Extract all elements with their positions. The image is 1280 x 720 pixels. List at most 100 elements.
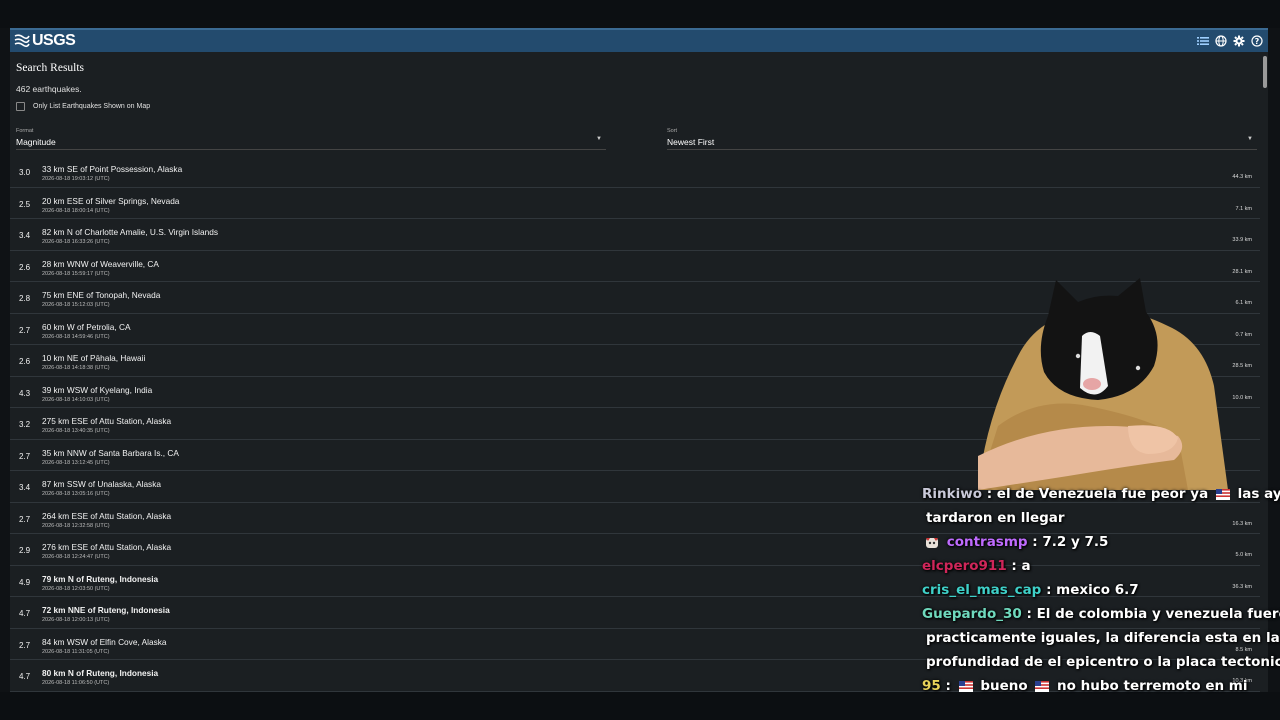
earthquake-time: 2026-08-18 12:24:47 (UTC)	[42, 554, 110, 560]
earthquake-time: 2026-08-18 13:40:35 (UTC)	[42, 428, 110, 434]
earthquake-location: 84 km WSW of Elfin Cove, Alaska	[42, 636, 167, 647]
magnitude-value: 4.7	[19, 672, 31, 681]
earthquake-location: 82 km N of Charlotte Amalie, U.S. Virgin…	[42, 227, 219, 237]
usgs-logo-text: USGS	[32, 32, 76, 49]
gear-icon[interactable]	[1232, 34, 1246, 48]
earthquake-location: 60 km W of Petrolia, CA	[42, 321, 131, 332]
chat-message: contrasmp : 7.2 y 7.5	[922, 530, 1272, 554]
chat-username: contrasmp	[946, 534, 1028, 550]
chat-text: : a	[1011, 558, 1031, 574]
earthquake-location: 275 km ESE of Attu Station, Alaska	[42, 416, 172, 426]
svg-text:?: ?	[1255, 37, 1260, 46]
earthquake-location: 28 km WNW of Weaverville, CA	[42, 258, 159, 269]
chat-message: Guepardo_30 : El de colombia y venezuela…	[922, 602, 1280, 626]
stream-chat-overlay: Rinkiwo : el de Venezuela fue peor ya la…	[922, 482, 1280, 698]
earthquake-time: 2026-08-18 13:12:45 (UTC)	[42, 459, 110, 466]
format-select[interactable]: Format Magnitude ▼	[16, 128, 606, 150]
usgs-logo[interactable]: USGS	[14, 32, 76, 50]
earthquake-row[interactable]: 3.0 33 km SE of Point Possession, Alaska 2…	[10, 156, 1260, 188]
earthquake-depth: 44.3 km	[1232, 174, 1252, 180]
sort-label: Sort	[667, 128, 678, 134]
chat-text: : el de Venezuela fue peor ya	[986, 486, 1209, 502]
magnitude-value: 2.7	[19, 514, 31, 524]
chat-text: bueno	[980, 678, 1028, 694]
earthquake-depth: 33.9 km	[1232, 237, 1252, 243]
magnitude-value: 2.9	[19, 546, 31, 555]
chevron-down-icon: ▼	[596, 136, 602, 142]
usgs-waves-icon	[14, 34, 30, 48]
magnitude-value: 2.5	[19, 199, 31, 209]
help-icon[interactable]: ?	[1250, 34, 1264, 48]
magnitude-value: 3.4	[19, 231, 31, 240]
app-header: USGS ?	[10, 28, 1268, 52]
earthquake-time: 2026-08-18 11:06:50 (UTC)	[42, 680, 110, 686]
earthquake-time: 2026-08-18 11:31:05 (UTC)	[42, 648, 110, 655]
earthquake-location: 10 km NE of Pāhala, Hawaii	[42, 353, 146, 363]
map-filter[interactable]: Only List Earthquakes Shown on Map	[16, 102, 150, 111]
magnitude-value: 4.3	[19, 388, 31, 398]
magnitude-value: 3.4	[19, 483, 31, 492]
format-value: Magnitude	[16, 137, 56, 147]
chat-username: elcpero911	[922, 558, 1007, 574]
flag-emote-icon	[958, 680, 973, 692]
chat-username: Guepardo_30	[922, 606, 1022, 622]
chat-message: 95 : bueno no hubo terremoto en mi	[922, 674, 1272, 698]
magnitude-value: 2.6	[19, 357, 31, 366]
earthquake-time: 2026-08-18 16:33:26 (UTC)	[42, 239, 110, 245]
earthquake-time: 2026-08-18 15:59:17 (UTC)	[42, 270, 110, 277]
earthquake-time: 2026-08-18 14:59:46 (UTC)	[42, 333, 110, 340]
top-letterbox	[0, 0, 1280, 28]
earthquake-location: 35 km NNW of Santa Barbara Is., CA	[42, 447, 179, 458]
chat-message-continuation: practicamente iguales, la diferencia est…	[926, 630, 1280, 646]
chat-message: Rinkiwo : el de Venezuela fue peor ya la…	[922, 482, 1280, 506]
earthquake-location: 80 km N of Ruteng, Indonesia	[42, 668, 159, 678]
sort-select[interactable]: Sort Newest First ▼	[667, 128, 1257, 150]
map-filter-checkbox[interactable]	[16, 102, 25, 111]
chat-message: elcpero911 : a	[922, 554, 1272, 578]
earthquake-time: 2026-08-18 19:03:12 (UTC)	[42, 176, 110, 182]
magnitude-value: 3.2	[19, 420, 31, 429]
map-filter-label: Only List Earthquakes Shown on Map	[33, 103, 151, 110]
chat-username: 95	[922, 678, 941, 694]
earthquake-time: 2026-08-18 12:32:58 (UTC)	[42, 522, 110, 529]
scrollbar-thumb[interactable]	[1263, 56, 1267, 88]
chat-text: : El de colombia y venezuela fueron	[1026, 606, 1280, 622]
list-icon[interactable]	[1196, 34, 1210, 48]
earthquake-depth: 28.1 km	[1232, 268, 1252, 275]
earthquake-row[interactable]: 3.4 82 km N of Charlotte Amalie, U.S. Vir…	[10, 219, 1260, 251]
chevron-down-icon: ▼	[1247, 136, 1253, 142]
chat-message-continuation: profundidad de el epicentro o la placa t…	[926, 654, 1280, 670]
page-title: Search Results	[16, 62, 85, 74]
globe-icon[interactable]	[1214, 34, 1228, 48]
earthquake-location: 276 km ESE of Attu Station, Alaska	[42, 542, 172, 552]
earthquake-location: 20 km ESE of Silver Springs, Nevada	[42, 195, 180, 206]
magnitude-value: 2.7	[19, 640, 31, 650]
earthquake-row[interactable]: 2.5 20 km ESE of Silver Springs, Nevada 20…	[10, 188, 1260, 219]
format-label: Format	[16, 128, 34, 134]
chat-username: cris_el_mas_cap	[922, 582, 1042, 598]
cat-emote-icon	[926, 537, 938, 548]
earthquake-location: 39 km WSW of Kyelang, India	[42, 384, 153, 395]
chat-username: Rinkiwo	[922, 486, 982, 502]
magnitude-value: 2.7	[19, 325, 31, 335]
chat-text: : 7.2 y 7.5	[1032, 534, 1109, 550]
flag-emote-icon	[1215, 488, 1230, 500]
sort-value: Newest First	[667, 137, 715, 147]
header-toolbar: ?	[1196, 34, 1264, 48]
magnitude-value: 2.8	[19, 294, 31, 303]
magnitude-value: 2.7	[19, 451, 31, 461]
chat-text: no hubo terremoto en mi	[1057, 678, 1248, 694]
magnitude-value: 3.0	[19, 168, 31, 177]
earthquake-location: 33 km SE of Point Possession, Alaska	[42, 164, 183, 174]
chat-message: cris_el_mas_cap : mexico 6.7	[922, 578, 1272, 602]
earthquake-time: 2026-08-18 15:12:03 (UTC)	[42, 302, 110, 308]
chat-text: las ayudas	[1237, 486, 1280, 502]
flag-emote-icon	[1035, 680, 1050, 692]
magnitude-value: 2.6	[19, 262, 31, 272]
magnitude-value: 4.7	[19, 609, 31, 618]
earthquake-depth: 7.1 km	[1235, 205, 1252, 212]
magnitude-value: 4.9	[19, 577, 31, 587]
earthquake-time: 2026-08-18 14:10:03 (UTC)	[42, 396, 110, 403]
earthquake-time: 2026-08-18 12:03:50 (UTC)	[42, 585, 110, 592]
earthquake-time: 2026-08-18 13:05:16 (UTC)	[42, 491, 110, 497]
